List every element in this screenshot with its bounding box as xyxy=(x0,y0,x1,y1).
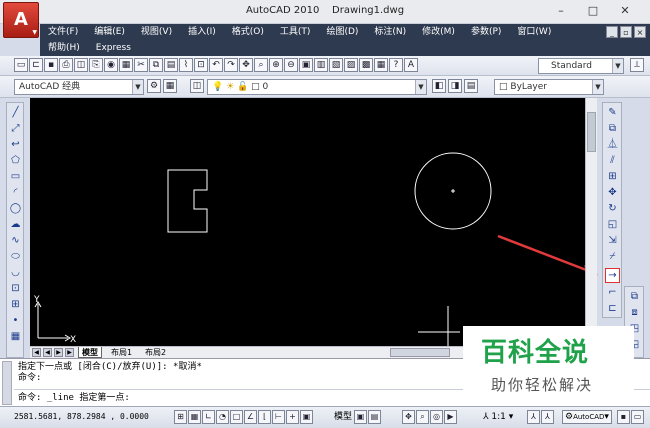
horizontal-scrollbar[interactable] xyxy=(390,348,450,357)
bring-to-front-icon[interactable]: ⧉ xyxy=(628,290,641,303)
layout-view-icons: ▣ ▤ xyxy=(354,410,381,424)
trim-icon[interactable]: ⌿ xyxy=(606,250,619,263)
watermark-subtitle: 助你轻松解决 xyxy=(491,376,594,394)
workspace-switch-button[interactable]: ⚙AutoCAD▾ xyxy=(562,410,612,424)
erase-icon[interactable]: ✎ xyxy=(606,106,619,119)
dynamic-ucs-icon[interactable]: ⌊ xyxy=(258,410,271,424)
lineweight-icon[interactable]: + xyxy=(286,410,299,424)
model-space-label[interactable]: 模型 xyxy=(334,411,352,423)
send-to-back-icon[interactable]: ⧈ xyxy=(628,306,641,319)
command-history-line: 命令: xyxy=(18,373,42,383)
extend-icon[interactable]: → xyxy=(605,268,620,283)
grid-display-icon[interactable]: ▦ xyxy=(188,410,201,424)
annotation-visibility-icon[interactable]: ⅄ xyxy=(527,410,540,424)
tab-layout1[interactable]: 布局1 xyxy=(108,347,135,358)
autocad-logo-icon: A xyxy=(14,9,28,30)
polar-tracking-icon[interactable]: ◔ xyxy=(216,410,229,424)
steering-wheel-icon[interactable]: ◎ xyxy=(430,410,443,424)
tab-model[interactable]: 模型 xyxy=(78,347,102,358)
layout-model-icon[interactable]: ▣ xyxy=(354,410,367,424)
offset-icon[interactable]: ⫽ xyxy=(606,154,619,167)
array-icon[interactable]: ⊞ xyxy=(606,170,619,183)
ortho-mode-icon[interactable]: ∟ xyxy=(202,410,215,424)
workspace-label: AutoCAD xyxy=(573,413,605,421)
dynamic-input-icon[interactable]: ⊢ xyxy=(272,410,285,424)
command-window-grip[interactable] xyxy=(2,361,12,405)
auto-scale-icon[interactable]: ⅄ xyxy=(541,410,554,424)
navigation-icons: ✥ ⌕ ◎ ▶ xyxy=(402,410,457,424)
move-icon[interactable]: ✥ xyxy=(606,186,619,199)
chevron-down-icon: ▼ xyxy=(32,29,37,36)
drafting-settings: ⊞ ▦ ∟ ◔ □ ∠ ⌊ ⊢ + ▣ xyxy=(174,410,313,424)
next-tab-icon[interactable]: ▶ xyxy=(54,348,63,357)
stretch-icon[interactable]: ⇲ xyxy=(606,234,619,247)
break-icon[interactable]: ⌐ xyxy=(606,286,619,299)
status-tray: ▪ ▭ xyxy=(617,410,644,424)
snap-mode-icon[interactable]: ⊞ xyxy=(174,410,187,424)
clean-screen-icon[interactable]: ▭ xyxy=(631,410,644,424)
command-input-line[interactable]: 命令: _line 指定第一点: xyxy=(18,393,130,404)
coordinate-readout[interactable]: 2581.5681, 878.2984 , 0.0000 xyxy=(14,412,149,421)
watermark: 百科全说 助你轻松解决 xyxy=(463,326,634,402)
lock-icon[interactable]: ▪ xyxy=(617,410,630,424)
showmotion-icon[interactable]: ▶ xyxy=(444,410,457,424)
mirror-icon[interactable]: ⏅ xyxy=(606,138,619,151)
annotation-scale-icon: ⅄ xyxy=(483,412,489,422)
first-tab-icon[interactable]: ◀ xyxy=(32,348,41,357)
previous-tab-icon[interactable]: ◀ xyxy=(43,348,52,357)
annotation-icons: ⅄ ⅄ xyxy=(527,410,554,424)
scale-icon[interactable]: ◱ xyxy=(606,218,619,231)
tab-layout2[interactable]: 布局2 xyxy=(142,347,169,358)
annotation-scale-value: 1:1 xyxy=(491,412,506,422)
last-tab-icon[interactable]: ▶ xyxy=(65,348,74,357)
pan-status-icon[interactable]: ✥ xyxy=(402,410,415,424)
command-history-line: 指定下一点或 [闭合(C)/放弃(U)]: *取消* xyxy=(18,362,202,372)
vertical-scrollbar[interactable] xyxy=(585,98,597,346)
copy-object-icon[interactable]: ⧉ xyxy=(606,122,619,135)
quick-properties-icon[interactable]: ▣ xyxy=(300,410,313,424)
modify-toolbar: ✎ ⧉ ⏅ ⫽ ⊞ ✥ ↻ ◱ ⇲ ⌿ → ⌐ ⊏ xyxy=(602,102,622,318)
scrollbar-thumb[interactable] xyxy=(587,112,596,152)
status-bar: 2581.5681, 878.2984 , 0.0000 ⊞ ▦ ∟ ◔ □ ∠… xyxy=(0,406,650,428)
gear-icon: ⚙ xyxy=(565,412,574,422)
application-menu-button[interactable]: A ▼ xyxy=(3,2,39,38)
layout-paper-icon[interactable]: ▤ xyxy=(368,410,381,424)
rotate-icon[interactable]: ↻ xyxy=(606,202,619,215)
object-snap-tracking-icon[interactable]: ∠ xyxy=(244,410,257,424)
annotation-arrow-line xyxy=(497,234,595,275)
annotation-scale-dropdown[interactable]: ⅄ 1:1 ▾ xyxy=(483,411,513,423)
zoom-status-icon[interactable]: ⌕ xyxy=(416,410,429,424)
watermark-title: 百科全说 xyxy=(481,338,590,368)
join-icon[interactable]: ⊏ xyxy=(606,302,619,315)
object-snap-icon[interactable]: □ xyxy=(230,410,243,424)
